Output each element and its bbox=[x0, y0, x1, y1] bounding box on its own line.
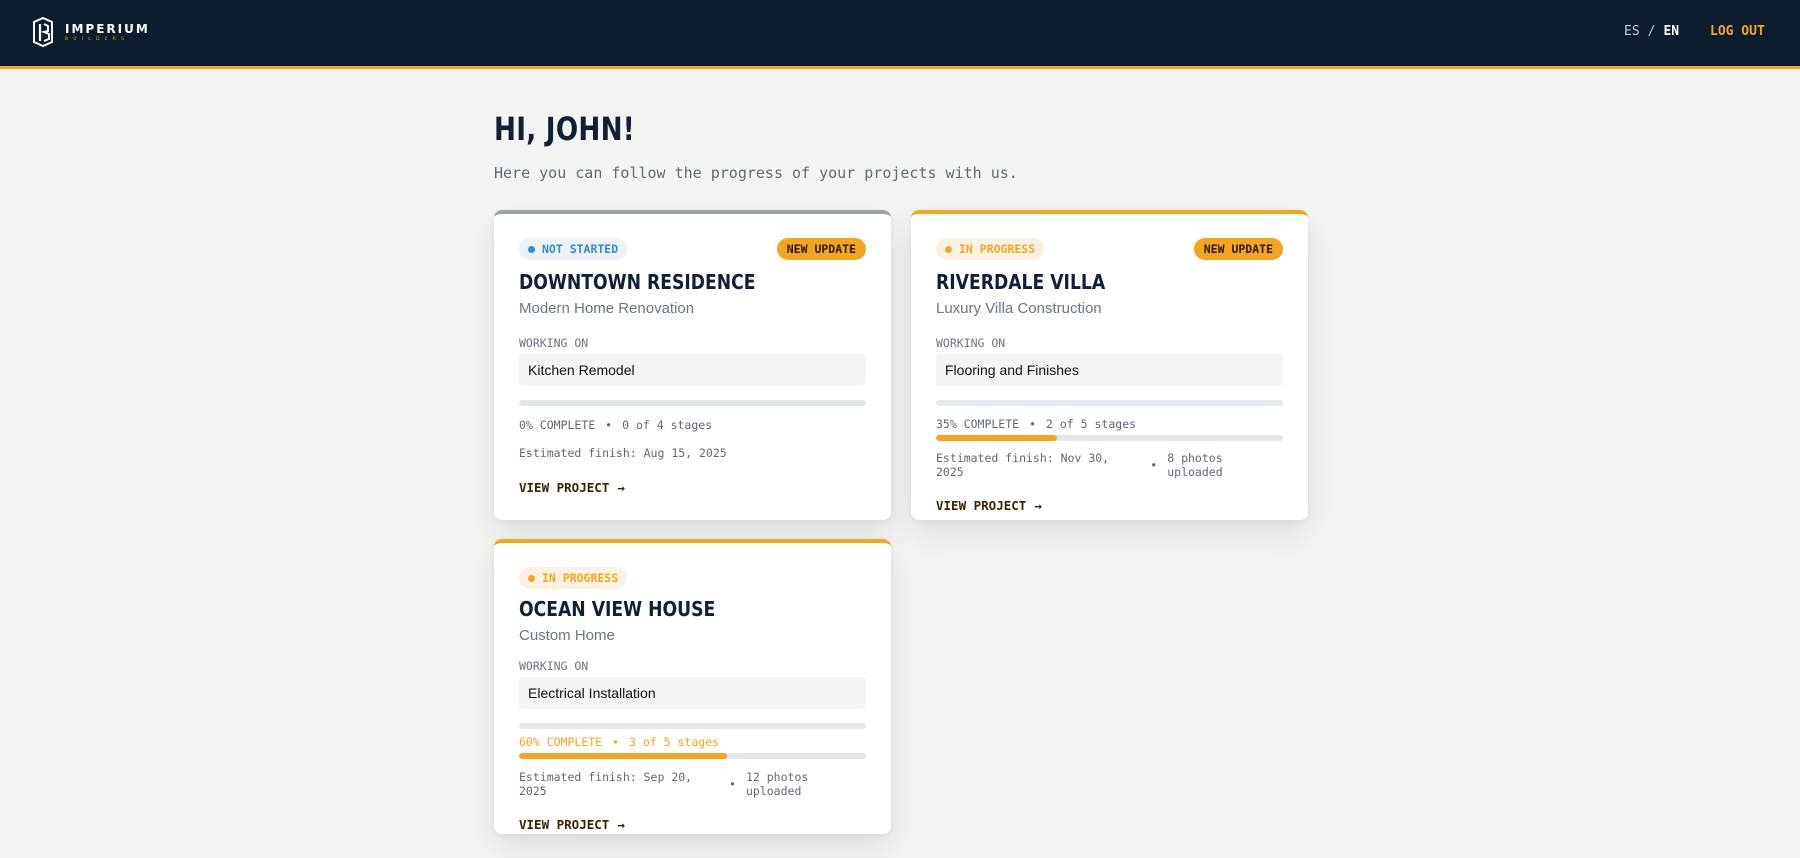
view-project-label: VIEW PROJECT bbox=[519, 480, 610, 495]
arrow-right-icon: → bbox=[617, 480, 625, 495]
working-on-label: WORKING ON bbox=[936, 336, 1006, 350]
view-project-link[interactable]: VIEW PROJECT → bbox=[936, 498, 1042, 513]
lang-es-link[interactable]: ES bbox=[1624, 24, 1640, 39]
progress-percent: 0% COMPLETE bbox=[519, 418, 596, 432]
arrow-right-icon: → bbox=[617, 817, 625, 832]
progress-summary: 0% COMPLETE • 0 of 4 stages bbox=[519, 418, 866, 432]
view-project-link[interactable]: VIEW PROJECT → bbox=[519, 817, 625, 832]
stage-count: 3 of 5 stages bbox=[629, 735, 720, 749]
progress-fill bbox=[936, 435, 1058, 441]
imperium-logo[interactable]: IMPERIUM BUILDERS bbox=[31, 16, 150, 48]
working-on-label: WORKING ON bbox=[519, 336, 589, 350]
new-update-badge: NEW UPDATE bbox=[1193, 238, 1283, 260]
project-type: Custom Home bbox=[519, 627, 615, 644]
progress-bar bbox=[519, 753, 866, 759]
meta-separator: • bbox=[729, 777, 736, 791]
photos-count: 12 photos uploaded bbox=[745, 770, 809, 798]
view-project-label: VIEW PROJECT bbox=[519, 817, 610, 832]
progress-percent: 60% COMPLETE bbox=[519, 735, 603, 749]
logo-subtitle: BUILDERS bbox=[65, 36, 130, 42]
arrow-right-icon: → bbox=[1034, 498, 1042, 513]
photos-count: 8 photos uploaded bbox=[1167, 451, 1223, 479]
progress-track-top bbox=[936, 400, 1283, 406]
meta-separator: • bbox=[1150, 458, 1158, 472]
progress-fill bbox=[519, 753, 728, 759]
status-dot-icon bbox=[945, 245, 952, 253]
progress-summary: 35% COMPLETE • 2 of 5 stages bbox=[936, 417, 1283, 431]
status-badge: NOT STARTED bbox=[519, 238, 628, 260]
estimated-finish: Estimated finish: Nov 30, 2025 bbox=[936, 451, 1110, 479]
logo-name: IMPERIUM bbox=[65, 21, 150, 36]
logout-button[interactable]: LOG OUT bbox=[1710, 24, 1765, 39]
status-label: NOT STARTED bbox=[542, 242, 619, 256]
current-task: Kitchen Remodel bbox=[519, 354, 866, 386]
finish-info: Estimated finish: Aug 15, 2025 bbox=[519, 446, 866, 460]
stage-count: 0 of 4 stages bbox=[622, 418, 713, 432]
estimated-finish: Estimated finish: Sep 20, 2025 bbox=[519, 770, 693, 798]
project-card-downtown-residence: NOT STARTED NEW UPDATE DOWNTOWN RESIDENC… bbox=[494, 210, 891, 520]
lang-separator: / bbox=[1647, 24, 1656, 39]
estimated-finish: Estimated finish: Aug 15, 2025 bbox=[519, 446, 727, 460]
page-intro: Here you can follow the progress of your… bbox=[494, 164, 1018, 182]
status-label: IN PROGRESS bbox=[542, 571, 619, 585]
project-card-ocean-view-house: IN PROGRESS OCEAN VIEW HOUSE Custom Home… bbox=[494, 539, 891, 834]
status-badge: IN PROGRESS bbox=[936, 238, 1045, 260]
page-greeting: HI, JOHN! bbox=[494, 110, 636, 148]
top-nav-bar: IMPERIUM BUILDERS ES / EN LOG OUT bbox=[0, 0, 1800, 69]
stage-count: 2 of 5 stages bbox=[1046, 417, 1137, 431]
view-project-link[interactable]: VIEW PROJECT → bbox=[519, 480, 625, 495]
status-label: IN PROGRESS bbox=[959, 242, 1036, 256]
language-switcher: ES / EN bbox=[1624, 24, 1679, 39]
logo-mark-icon bbox=[33, 16, 53, 48]
working-on-label: WORKING ON bbox=[519, 659, 589, 673]
finish-info: Estimated finish: Nov 30, 2025 • 8 photo… bbox=[936, 451, 1283, 479]
status-badge: IN PROGRESS bbox=[519, 567, 628, 589]
current-task: Flooring and Finishes bbox=[936, 354, 1283, 386]
status-dot-icon bbox=[528, 245, 535, 253]
meta-separator: • bbox=[612, 735, 620, 749]
meta-separator: • bbox=[1029, 417, 1037, 431]
finish-info: Estimated finish: Sep 20, 2025 • 12 phot… bbox=[519, 770, 866, 798]
view-project-label: VIEW PROJECT bbox=[936, 498, 1027, 513]
project-card-riverdale-villa: IN PROGRESS NEW UPDATE RIVERDALE VILLA L… bbox=[911, 210, 1308, 520]
progress-track-top bbox=[519, 723, 866, 729]
project-type: Modern Home Renovation bbox=[519, 300, 695, 317]
lang-en-link[interactable]: EN bbox=[1663, 24, 1679, 39]
project-title: OCEAN VIEW HOUSE bbox=[519, 597, 716, 621]
project-type: Luxury Villa Construction bbox=[936, 300, 1102, 317]
progress-bar bbox=[936, 435, 1283, 441]
new-update-badge: NEW UPDATE bbox=[776, 238, 866, 260]
project-title: RIVERDALE VILLA bbox=[936, 270, 1106, 294]
status-dot-icon bbox=[528, 574, 535, 582]
progress-percent: 35% COMPLETE bbox=[936, 417, 1020, 431]
progress-summary: 60% COMPLETE • 3 of 5 stages bbox=[519, 735, 866, 749]
current-task: Electrical Installation bbox=[519, 677, 866, 709]
progress-bar bbox=[519, 400, 866, 406]
meta-separator: • bbox=[605, 418, 613, 432]
project-title: DOWNTOWN RESIDENCE bbox=[519, 270, 756, 294]
